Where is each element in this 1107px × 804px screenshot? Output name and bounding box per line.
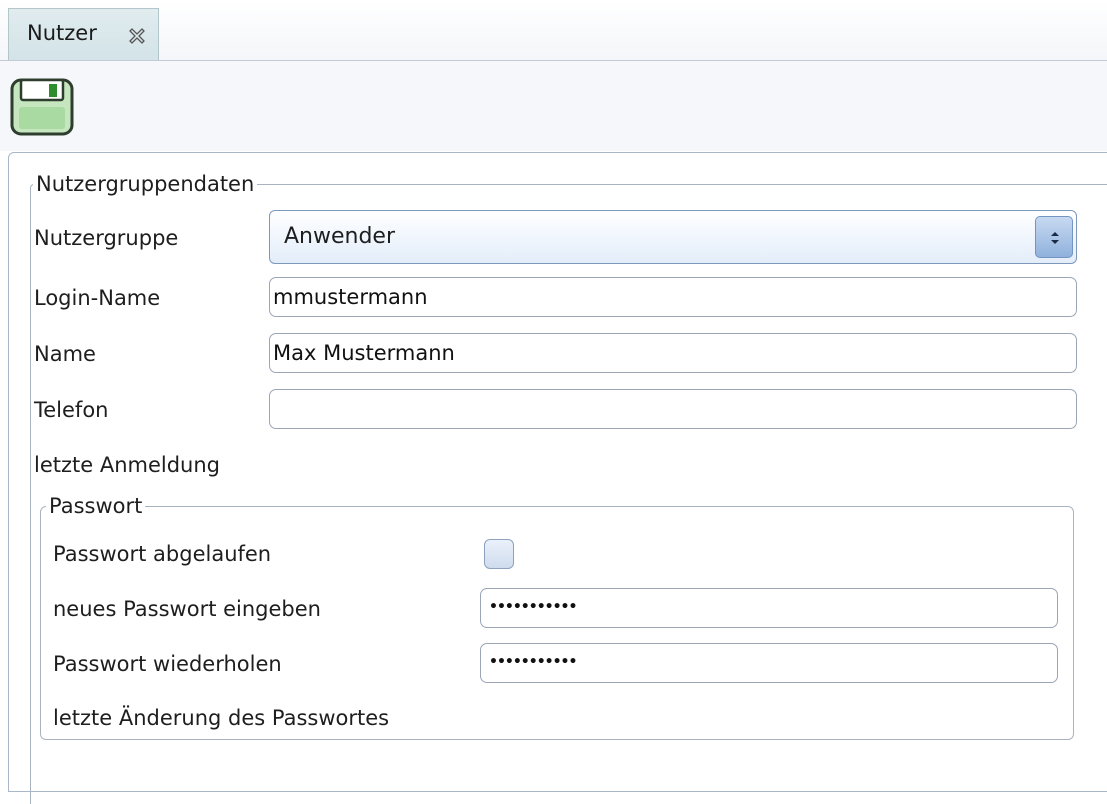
nutzergruppe-label: Nutzergruppe — [34, 226, 179, 250]
nutzergruppendaten-legend: Nutzergruppendaten — [33, 171, 258, 197]
tab-label: Nutzer — [27, 21, 97, 45]
letzte-aenderung-label: letzte Änderung des Passwortes — [53, 706, 390, 730]
close-icon[interactable] — [126, 25, 148, 47]
telefon-input[interactable] — [269, 389, 1077, 429]
passwort-legend: Passwort — [46, 493, 146, 519]
nutzergruppe-select[interactable]: Anwender — [269, 210, 1077, 264]
password-mask: ••••••••••• — [489, 599, 577, 615]
updown-arrows-icon[interactable] — [1035, 216, 1073, 258]
tab-strip: Nutzer — [0, 0, 1107, 61]
telefon-label: Telefon — [34, 398, 109, 422]
name-input[interactable] — [269, 333, 1077, 373]
neues-passwort-input[interactable]: ••••••••••• — [480, 588, 1058, 628]
save-button[interactable] — [9, 77, 75, 137]
login-name-input[interactable] — [269, 277, 1077, 317]
letzte-anmeldung-label: letzte Anmeldung — [34, 453, 221, 477]
passwort-abgelaufen-label: Passwort abgelaufen — [53, 542, 272, 566]
tab-nutzer[interactable]: Nutzer — [8, 8, 159, 60]
name-label: Name — [34, 342, 96, 366]
passwort-wiederholen-input[interactable]: ••••••••••• — [480, 643, 1058, 683]
nutzergruppe-value: Anwender — [284, 224, 396, 249]
passwort-abgelaufen-checkbox[interactable] — [484, 539, 514, 569]
password-mask: ••••••••••• — [489, 654, 577, 670]
passwort-wiederholen-label: Passwort wiederholen — [53, 652, 282, 676]
neues-passwort-label: neues Passwort eingeben — [53, 597, 321, 621]
floppy-disk-icon — [9, 78, 75, 141]
login-name-label: Login-Name — [34, 286, 161, 310]
toolbar — [0, 61, 1107, 151]
